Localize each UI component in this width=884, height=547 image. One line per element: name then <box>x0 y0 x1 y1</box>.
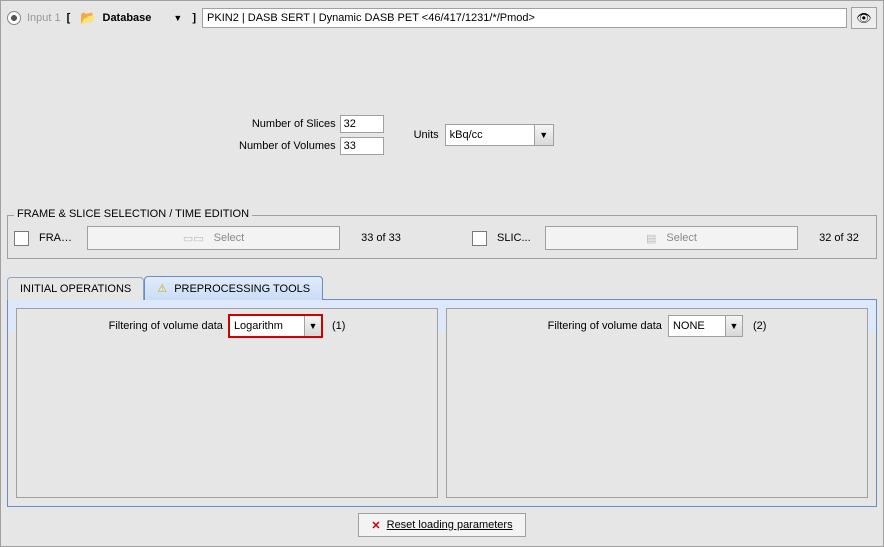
reset-button-label: Reset loading parameters <box>387 519 513 531</box>
caret-down-icon: ▼ <box>725 316 742 336</box>
slices-input[interactable] <box>340 115 384 133</box>
slices-label: Number of Slices <box>252 118 336 130</box>
tab-preprocessing-tools[interactable]: ⚠ PREPROCESSING TOOLS <box>144 276 323 300</box>
filter-panel-2: Filtering of volume data NONE ▼ (2) <box>446 308 868 498</box>
bracket-open: [ <box>67 12 71 24</box>
app-root: Input 1 [ 📂 Database ▼ ] 👁 Number of Sli… <box>0 0 884 547</box>
volumes-input[interactable] <box>340 137 384 155</box>
slices-icon: ▤ <box>646 232 656 245</box>
tab-label: INITIAL OPERATIONS <box>20 283 131 295</box>
tabs: INITIAL OPERATIONS ⚠ PREPROCESSING TOOLS <box>7 275 877 299</box>
frame-select-button[interactable]: ▭▭ Select <box>87 226 340 250</box>
input-source-row: Input 1 [ 📂 Database ▼ ] 👁 <box>7 7 877 29</box>
frame-slice-fieldset: FRAME & SLICE SELECTION / TIME EDITION F… <box>7 215 877 259</box>
eye-icon: 👁 <box>856 11 871 25</box>
filter-1-suffix: (1) <box>332 320 345 332</box>
filter-label-2: Filtering of volume data <box>548 320 662 332</box>
caret-down-icon: ▼ <box>304 316 321 336</box>
units-label: Units <box>414 129 439 141</box>
caret-down-icon: ▼ <box>173 13 182 23</box>
frame-slice-legend: FRAME & SLICE SELECTION / TIME EDITION <box>14 208 252 220</box>
filter-1-dropdown[interactable]: Logarithm ▼ <box>229 315 322 337</box>
view-button[interactable]: 👁 <box>851 7 877 29</box>
tab-body: Filtering of volume data Logarithm ▼ (1)… <box>7 299 877 507</box>
frames-icon: ▭▭ <box>183 232 204 245</box>
tab-label: PREPROCESSING TOOLS <box>174 283 310 295</box>
filter-label-1: Filtering of volume data <box>109 320 223 332</box>
header-params: Number of Slices Number of Volumes Units… <box>239 115 877 155</box>
slice-count: 32 of 32 <box>808 232 870 244</box>
units-value: kBq/cc <box>446 129 534 141</box>
dataset-path-field[interactable] <box>202 8 847 28</box>
frame-checkbox-label: FRAM... <box>39 232 77 244</box>
bracket-close: ] <box>192 12 196 24</box>
filter-1-value: Logarithm <box>230 320 304 332</box>
filter-2-dropdown[interactable]: NONE ▼ <box>668 315 743 337</box>
filter-2-value: NONE <box>669 320 725 332</box>
frame-select-label: Select <box>214 232 245 244</box>
reset-button[interactable]: ✕ Reset loading parameters <box>358 513 525 537</box>
caret-down-icon: ▼ <box>534 125 553 145</box>
close-icon: ✕ <box>371 519 380 532</box>
slice-checkbox-label: SLIC... <box>497 232 535 244</box>
slice-select-label: Select <box>666 232 697 244</box>
slice-checkbox[interactable] <box>472 231 487 246</box>
source-dropdown[interactable]: 📂 Database ▼ <box>76 10 186 26</box>
frame-count: 33 of 33 <box>350 232 412 244</box>
input-radio[interactable] <box>7 11 21 25</box>
tab-initial-operations[interactable]: INITIAL OPERATIONS <box>7 277 144 300</box>
frame-checkbox[interactable] <box>14 231 29 246</box>
units-dropdown[interactable]: kBq/cc ▼ <box>445 124 554 146</box>
warning-icon: ⚠ <box>157 283 167 295</box>
filter-2-suffix: (2) <box>753 320 766 332</box>
input-label: Input 1 <box>27 12 61 24</box>
source-dropdown-label: Database <box>103 12 152 24</box>
filter-panel-1: Filtering of volume data Logarithm ▼ (1) <box>16 308 438 498</box>
slice-select-button[interactable]: ▤ Select <box>545 226 798 250</box>
folder-open-icon: 📂 <box>80 10 96 26</box>
volumes-label: Number of Volumes <box>239 140 336 152</box>
